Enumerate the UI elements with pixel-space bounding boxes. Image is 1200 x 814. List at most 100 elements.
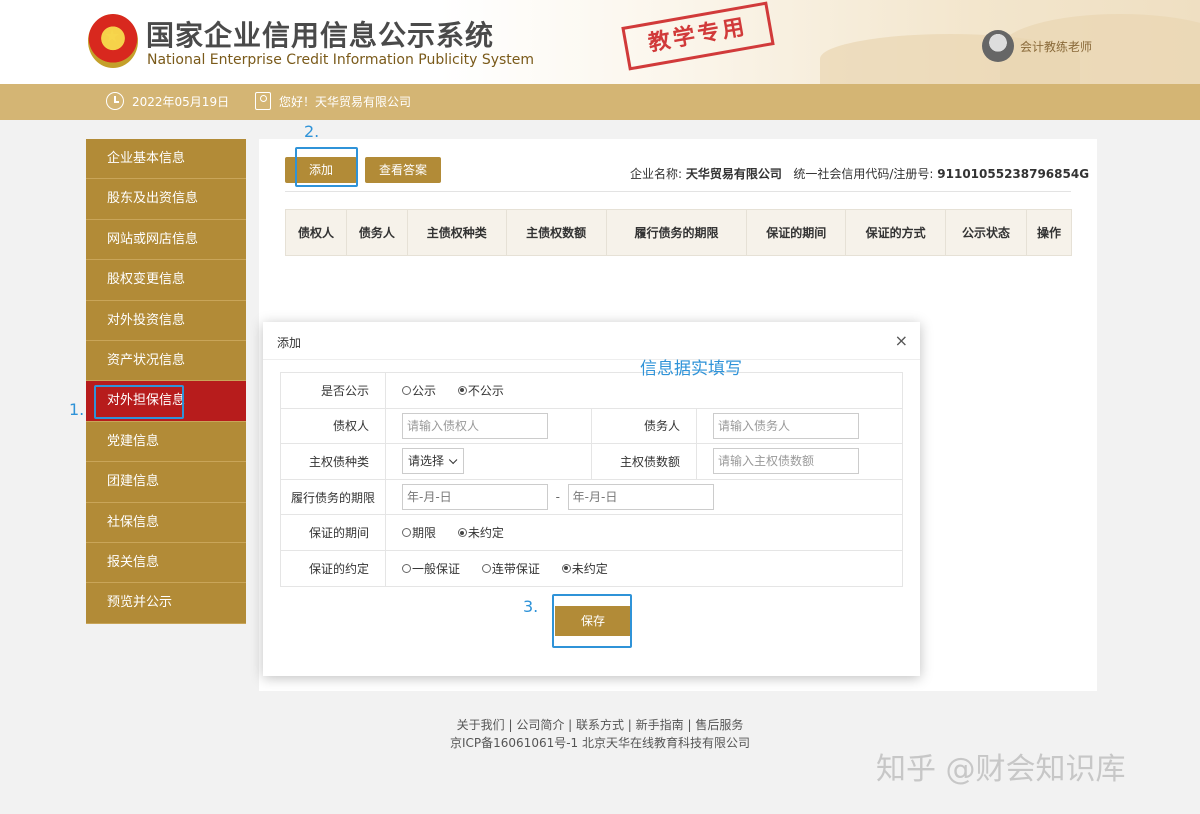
col-period: 保证的期间 xyxy=(746,209,847,256)
zhihu-watermark: 知乎 @财会知识库 xyxy=(876,752,1126,787)
col-method: 保证的方式 xyxy=(845,209,947,256)
claim-amount-label: 主权债数额 xyxy=(591,443,697,480)
sidebar-item-equity-change[interactable]: 股权变更信息 xyxy=(86,260,246,301)
debtor-label: 债务人 xyxy=(591,407,697,445)
method-label: 保证的约定 xyxy=(280,549,386,587)
date-text: 2022年05月19日 xyxy=(132,94,230,109)
radio-publicize-no[interactable]: 不公示 xyxy=(457,382,504,399)
table-header-row: 债权人 债务人 主债权种类 主债权数额 履行债务的期限 保证的期间 保证的方式 … xyxy=(285,209,1073,256)
claim-type-value: 请选择 xyxy=(408,454,445,469)
guarantee-form: 是否公示 公示 不公示 债权人 请输入债权人 债务人 请输入债务人 主权债种类 … xyxy=(280,372,903,587)
radio-period-none[interactable]: 未约定 xyxy=(457,524,504,541)
annotation-step-2: 2. xyxy=(304,122,320,141)
divider xyxy=(285,191,1071,192)
user-menu[interactable]: 会计教练老师 xyxy=(982,30,1092,62)
claim-amount-cell: 请输入主权债数额 xyxy=(696,443,903,480)
footer-links[interactable]: 关于我们 | 公司简介 | 联系方式 | 新手指南 | 售后服务 xyxy=(0,716,1200,734)
annotation-box-sidebar xyxy=(94,385,184,419)
chevron-down-icon xyxy=(448,456,458,465)
radio-label: 公示 xyxy=(412,383,437,398)
publicize-label: 是否公示 xyxy=(280,372,386,409)
avatar xyxy=(982,30,1014,62)
col-claim-amount: 主债权数额 xyxy=(505,209,607,256)
form-row-period: 保证的期间 期限 未约定 xyxy=(280,514,903,551)
greeting-display: 您好！天华贸易有限公司 xyxy=(255,92,411,110)
radio-label: 一般保证 xyxy=(412,561,461,576)
col-creditor: 债权人 xyxy=(285,209,347,256)
period-options: 期限 未约定 xyxy=(385,514,903,551)
date-separator: - xyxy=(555,489,560,504)
national-emblem-icon: ★ xyxy=(88,14,138,68)
radio-icon xyxy=(402,563,411,573)
radio-label: 未约定 xyxy=(467,526,504,541)
creditor-input[interactable]: 请输入债权人 xyxy=(402,412,548,439)
form-row-term: 履行债务的期限 年-月-日 - 年-月-日 xyxy=(280,478,903,516)
info-bar: 2022年05月19日 您好！天华贸易有限公司 xyxy=(0,84,1200,120)
term-end-input[interactable]: 年-月-日 xyxy=(567,484,714,511)
form-row-publicize: 是否公示 公示 不公示 xyxy=(280,372,903,409)
radio-icon xyxy=(402,528,411,538)
radio-label: 不公示 xyxy=(467,383,504,398)
debtor-cell: 请输入债务人 xyxy=(696,407,903,445)
credit-code: 91101055238796854G xyxy=(937,167,1090,181)
annotation-step-1: 1. xyxy=(69,400,85,419)
annotation-box-add xyxy=(295,147,358,187)
sidebar-item-basic-info[interactable]: 企业基本信息 xyxy=(86,139,246,180)
creditor-label: 债权人 xyxy=(280,407,386,445)
radio-checked-icon xyxy=(561,563,571,573)
col-term: 履行债务的期限 xyxy=(605,209,748,256)
radio-method-general[interactable]: 一般保证 xyxy=(402,560,460,577)
radio-icon xyxy=(402,385,411,395)
term-label: 履行债务的期限 xyxy=(280,478,386,516)
radio-checked-icon xyxy=(457,528,467,538)
sidebar-item-preview[interactable]: 预览并公示 xyxy=(86,583,246,624)
site-subtitle: National Enterprise Credit Information P… xyxy=(147,52,535,68)
term-cell: 年-月-日 - 年-月-日 xyxy=(385,478,903,516)
claim-amount-input[interactable]: 请输入主权债数额 xyxy=(713,448,859,475)
method-options: 一般保证 连带保证 未约定 xyxy=(385,549,903,587)
claim-type-label: 主权债种类 xyxy=(280,443,386,480)
col-debtor: 债务人 xyxy=(345,209,408,256)
sidebar-nav: 企业基本信息 股东及出资信息 网站或网店信息 股权变更信息 对外投资信息 资产状… xyxy=(86,139,246,624)
sidebar-item-party[interactable]: 党建信息 xyxy=(86,421,246,463)
guarantee-table: 债权人 债务人 主债权种类 主债权数额 履行债务的期限 保证的期间 保证的方式 … xyxy=(285,209,1073,256)
site-header: ★ 国家企业信用信息公示系统 National Enterprise Credi… xyxy=(0,0,1200,84)
sidebar-item-social-security[interactable]: 社保信息 xyxy=(86,502,246,543)
period-label: 保证的期间 xyxy=(280,514,386,551)
radio-icon xyxy=(481,563,491,573)
term-start-input[interactable]: 年-月-日 xyxy=(402,484,548,511)
annotation-note: 信息据实填写 xyxy=(640,359,742,379)
form-row-parties: 债权人 请输入债权人 债务人 请输入债务人 xyxy=(280,407,903,445)
form-row-claim: 主权债种类 请选择 主权债数额 请输入主权债数额 xyxy=(280,443,903,480)
credit-code-label: 统一社会信用代码/注册号: xyxy=(793,167,934,181)
claim-type-select[interactable]: 请选择 xyxy=(402,448,464,475)
close-icon[interactable]: × xyxy=(895,331,908,350)
creditor-cell: 请输入债权人 xyxy=(385,407,592,445)
radio-checked-icon xyxy=(457,385,467,395)
radio-period-term[interactable]: 期限 xyxy=(402,524,436,541)
claim-type-cell: 请选择 xyxy=(385,443,592,480)
sidebar-item-website[interactable]: 网站或网店信息 xyxy=(86,219,246,261)
date-display: 2022年05月19日 xyxy=(106,92,229,110)
company-name-label: 企业名称: xyxy=(630,167,683,181)
site-title: 国家企业信用信息公示系统 xyxy=(146,19,495,52)
sidebar-item-investment[interactable]: 对外投资信息 xyxy=(86,300,246,341)
form-row-method: 保证的约定 一般保证 连带保证 未约定 xyxy=(280,549,903,587)
view-answer-button[interactable]: 查看答案 xyxy=(365,157,441,183)
radio-method-joint[interactable]: 连带保证 xyxy=(481,560,540,577)
sidebar-item-league[interactable]: 团建信息 xyxy=(86,462,246,503)
annotation-step-3: 3. xyxy=(523,597,539,616)
user-icon xyxy=(255,92,271,110)
radio-publicize-yes[interactable]: 公示 xyxy=(402,382,436,399)
sidebar-item-assets[interactable]: 资产状况信息 xyxy=(86,340,246,382)
dialog-title: 添加 xyxy=(277,336,302,350)
col-actions: 操作 xyxy=(1025,209,1073,256)
radio-method-none[interactable]: 未约定 xyxy=(561,560,608,577)
clock-icon xyxy=(106,92,124,110)
sidebar-item-customs[interactable]: 报关信息 xyxy=(86,542,246,584)
sidebar-item-shareholders[interactable]: 股东及出资信息 xyxy=(86,179,246,220)
company-info: 企业名称: 天华贸易有限公司 统一社会信用代码/注册号: 91101055238… xyxy=(630,165,1089,182)
debtor-input[interactable]: 请输入债务人 xyxy=(713,412,859,439)
col-status: 公示状态 xyxy=(945,209,1027,256)
radio-label: 未约定 xyxy=(571,561,608,576)
